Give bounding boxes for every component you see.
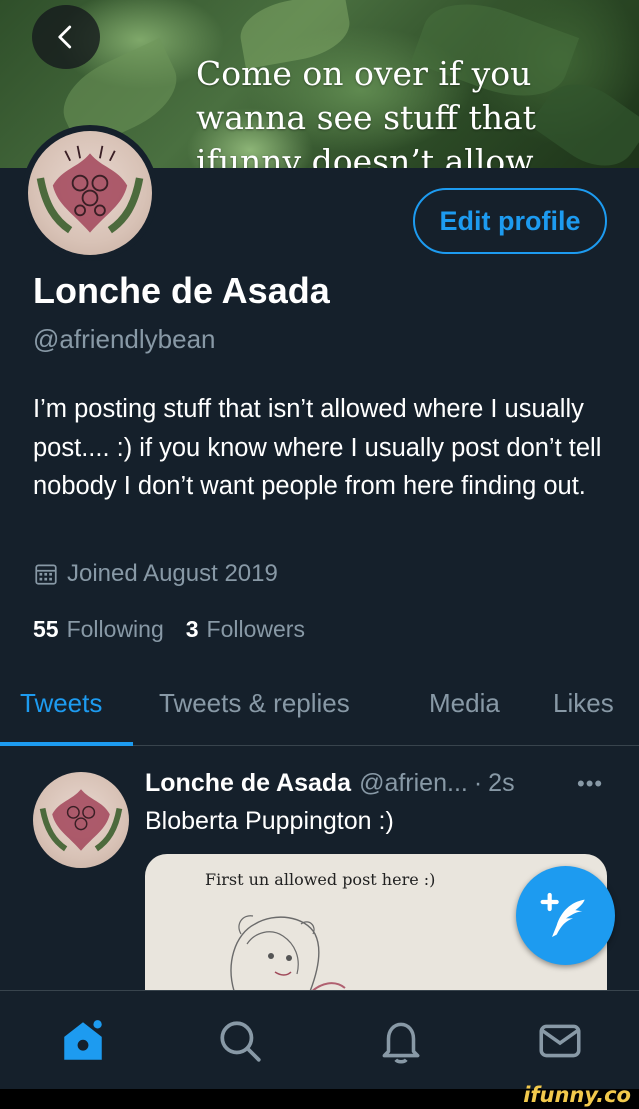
nav-messages[interactable] <box>535 1016 585 1066</box>
tab-media[interactable]: Media <box>429 688 500 719</box>
tweet-separator: · <box>473 769 483 797</box>
followers-link[interactable]: 3 Followers <box>186 616 305 643</box>
search-icon <box>220 1021 261 1062</box>
tweet-more-button[interactable]: ••• <box>577 771 603 797</box>
tab-likes[interactable]: Likes <box>553 688 614 719</box>
calendar-icon <box>35 564 57 585</box>
tab-tweets-replies[interactable]: Tweets & replies <box>159 688 350 719</box>
avatar-artwork-icon <box>39 789 123 852</box>
mail-icon <box>539 1024 581 1058</box>
tab-tweets[interactable]: Tweets <box>20 688 102 719</box>
follow-stats: 55 Following 3 Followers <box>33 616 327 643</box>
active-tab-indicator <box>0 742 133 746</box>
bell-icon <box>382 1022 420 1064</box>
tweet-author-handle[interactable]: @afrien... <box>359 769 468 798</box>
tweet-timestamp: 2s <box>488 769 515 797</box>
banner-caption: Come on over if you wanna see stuff that… <box>196 52 556 170</box>
banner-caption-line: wanna see stuff that <box>196 98 536 137</box>
footer-bar: ifunny.co <box>0 1083 639 1109</box>
tweet-author-name[interactable]: Lonche de Asada <box>145 769 351 798</box>
nav-home[interactable] <box>58 1016 108 1066</box>
banner-caption-line: Come on over if you <box>196 54 532 93</box>
avatar-artwork-icon <box>36 145 144 234</box>
profile-bio: I’m posting stuff that isn’t allowed whe… <box>33 395 602 500</box>
tweet-text: Bloberta Puppington :) <box>145 807 394 835</box>
tweet-header: Lonche de Asada @afrien... · 2s <box>145 769 515 798</box>
following-count: 55 <box>33 616 59 642</box>
chevron-left-icon <box>58 25 72 49</box>
nav-search[interactable] <box>215 1016 265 1066</box>
edit-profile-button[interactable]: Edit profile <box>413 188 607 254</box>
joined-date: Joined August 2019 <box>33 560 278 588</box>
tweet-avatar[interactable] <box>33 772 129 868</box>
nav-notifications[interactable] <box>376 1016 426 1066</box>
profile-handle: @afriendlybean <box>33 324 216 354</box>
bottom-navigation <box>0 990 639 1089</box>
profile-avatar[interactable] <box>22 125 158 261</box>
following-link[interactable]: 55 Following <box>33 616 164 643</box>
back-button[interactable] <box>32 5 100 69</box>
sketch-drawing-icon <box>230 915 346 991</box>
joined-label: Joined August 2019 <box>67 560 278 587</box>
compose-tweet-button[interactable] <box>516 866 615 965</box>
profile-tabs: Tweets Tweets & replies Media Likes <box>0 680 639 746</box>
followers-count: 3 <box>185 616 199 642</box>
compose-tweet-icon <box>540 892 585 937</box>
banner-caption-line: ifunny doesn’t allow <box>196 142 534 170</box>
watermark-logo: ifunny.co <box>523 1083 631 1107</box>
followers-label: Followers <box>206 616 305 642</box>
home-icon <box>64 1020 102 1060</box>
profile-name: Lonche de Asada <box>33 270 330 311</box>
following-label: Following <box>66 616 164 642</box>
